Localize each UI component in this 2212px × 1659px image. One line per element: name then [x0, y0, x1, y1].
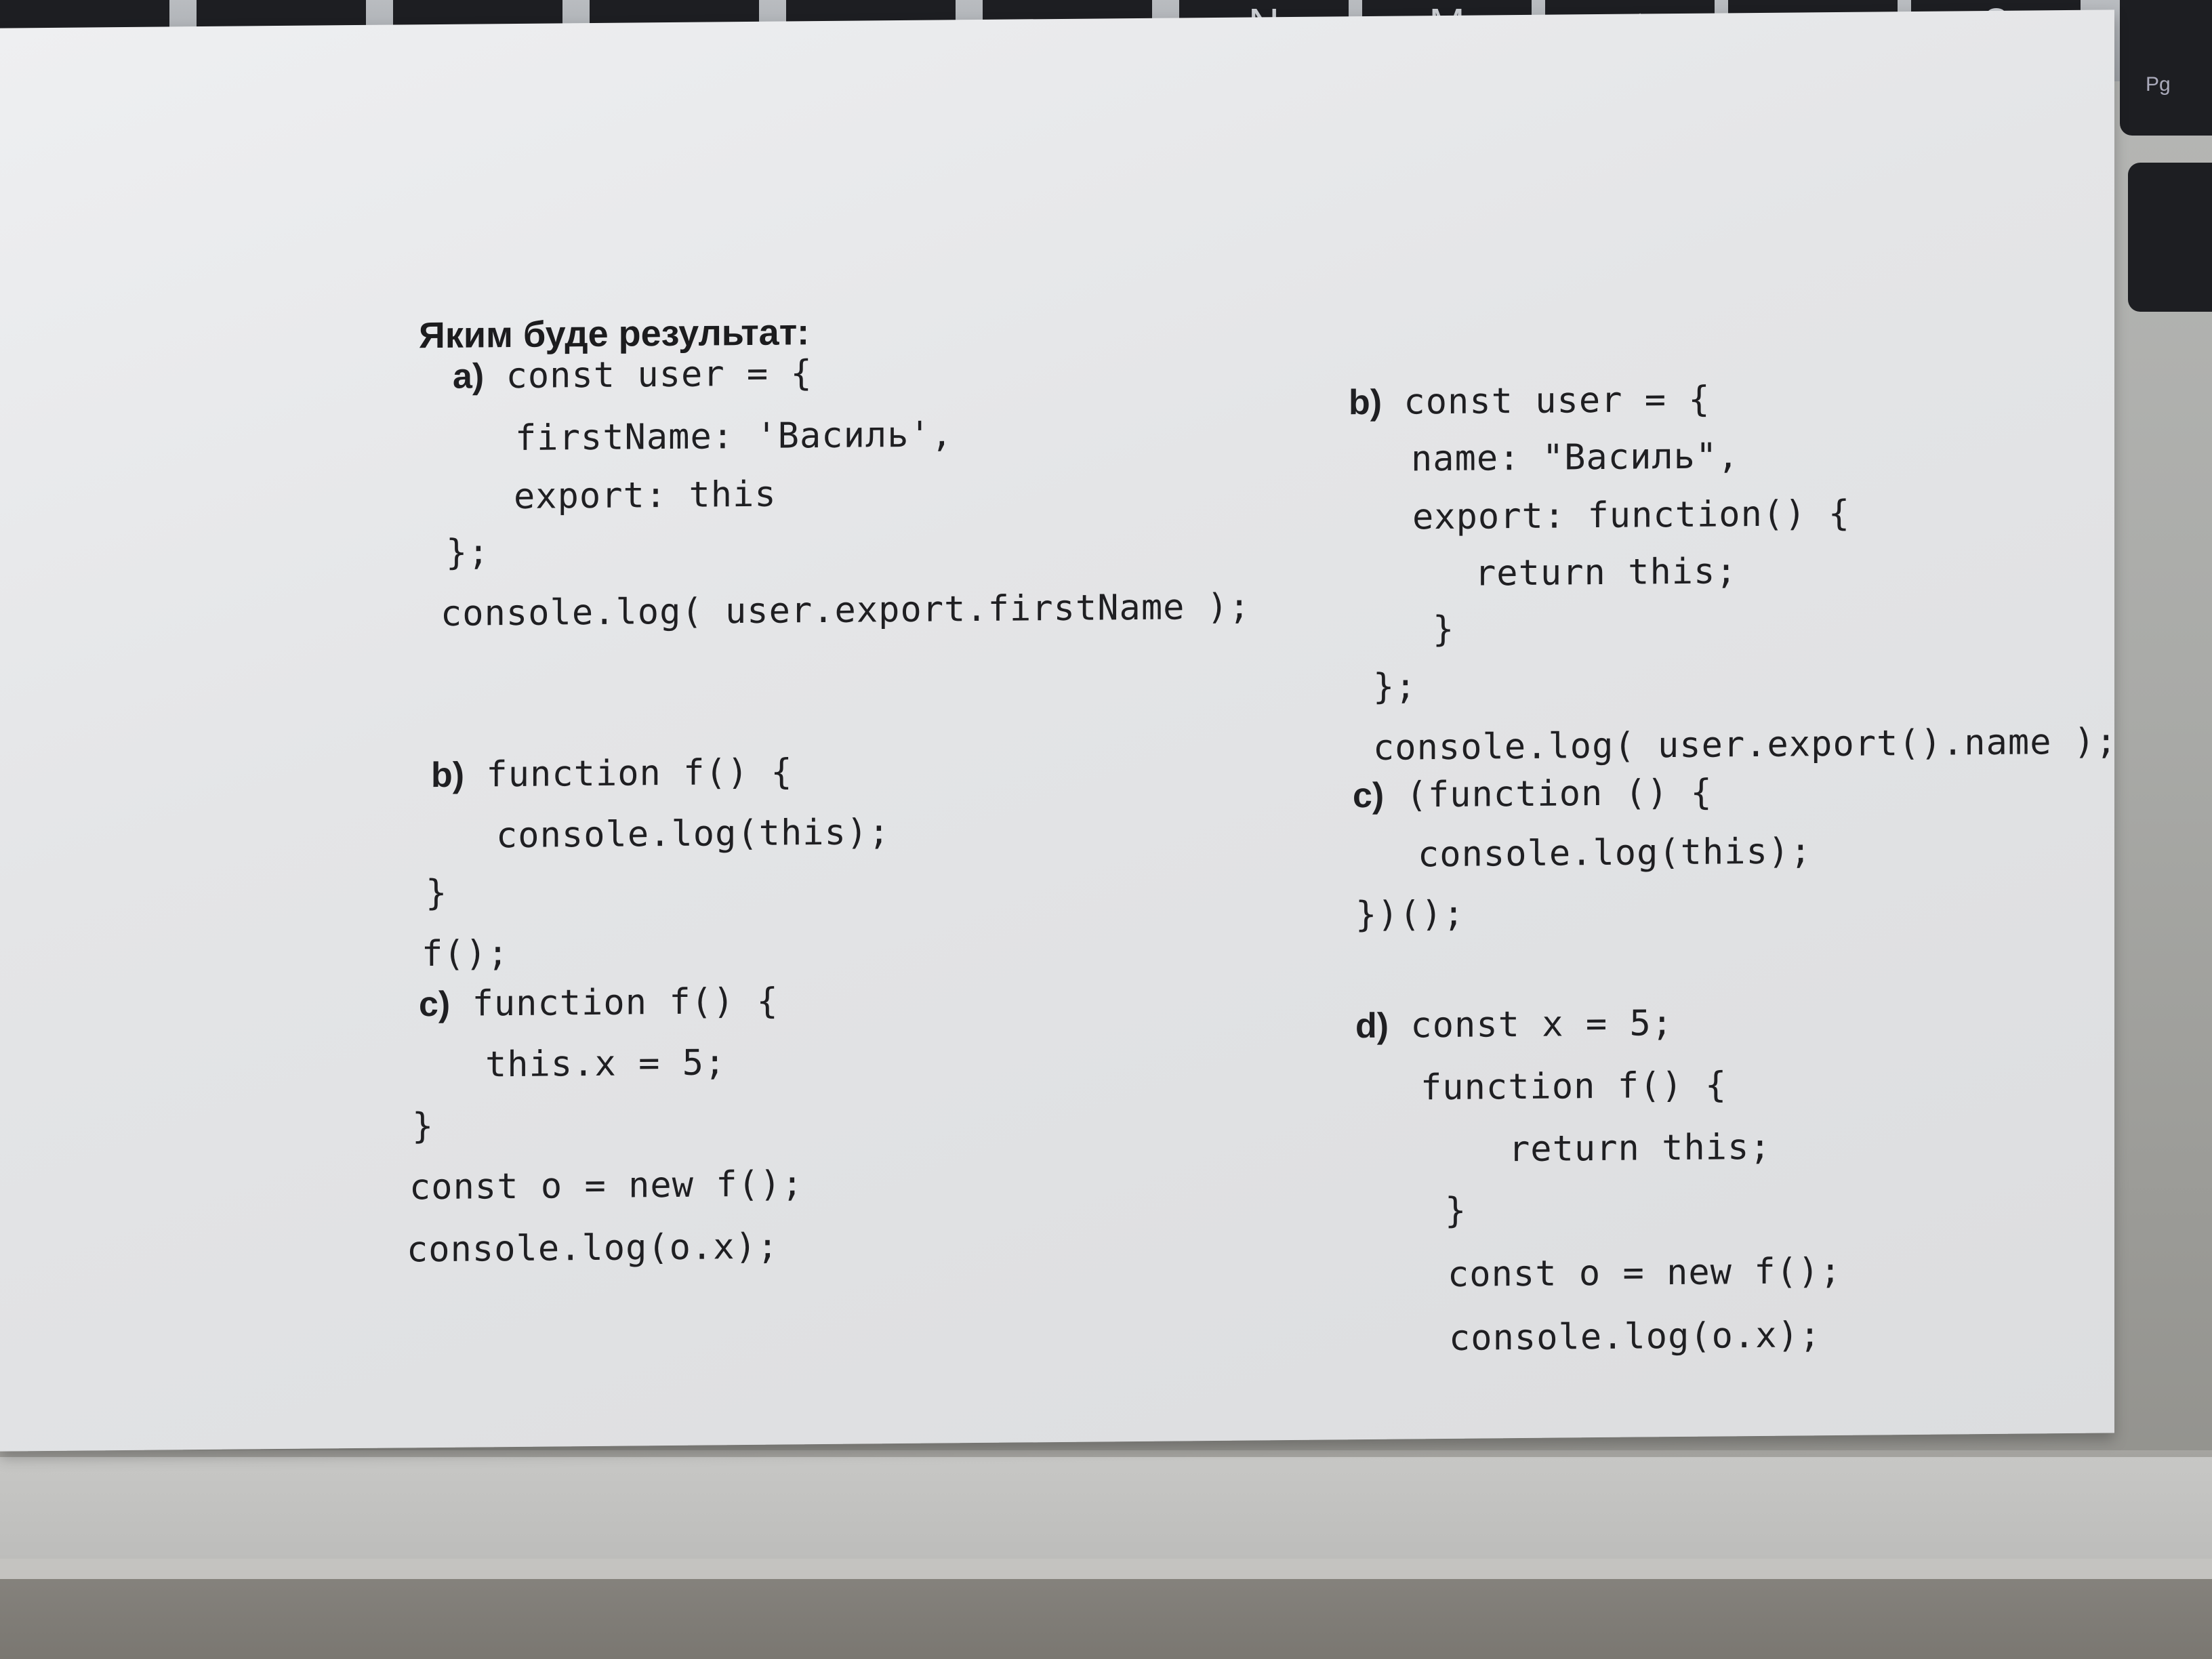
code-line: return this; — [1509, 1126, 1771, 1170]
exercise-label-c-right: c) — [1353, 775, 1385, 816]
keyboard-key — [2128, 163, 2212, 312]
keyboard-key-pgup: Pg — [2120, 0, 2212, 136]
code-line: const o = new f(); — [409, 1164, 804, 1208]
code-text: function f() { — [486, 752, 793, 796]
exercise-label-c: c) — [419, 984, 451, 1025]
code-line: console.log(o.x); — [1449, 1315, 1822, 1359]
code-line: }; — [446, 532, 490, 573]
paper-sheet: Яким буде результат: a) const user = { f… — [0, 9, 2118, 1452]
code-line: }; — [1373, 666, 1417, 708]
code-line: } — [426, 872, 448, 914]
code-text: function f() { — [472, 981, 779, 1025]
keyboard-key-pgup-label: Pg — [2146, 73, 2171, 96]
code-line: name: "Василь", — [1411, 436, 1740, 480]
code-line: a) const user = { — [453, 353, 813, 397]
code-line: d) const x = 5; — [1355, 1003, 1673, 1046]
code-text: const user = { — [506, 353, 813, 397]
code-text: const user = { — [1404, 379, 1711, 423]
code-line: c) function f() { — [419, 981, 779, 1025]
code-line: b) const user = { — [1349, 380, 1711, 424]
code-line: return this; — [1475, 551, 1738, 594]
code-line: console.log(o.x); — [407, 1226, 779, 1271]
code-line: function f() { — [1420, 1065, 1727, 1109]
code-line: console.log( user.export.firstName ); — [441, 586, 1251, 634]
code-line: console.log(this); — [1418, 831, 1812, 876]
code-line: } — [1445, 1190, 1467, 1232]
code-line: export: function() { — [1412, 493, 1851, 538]
page-title: Яким буде результат: — [419, 312, 810, 356]
code-line: c) (function () { — [1353, 773, 1713, 817]
code-line: console.log( user.export().name ); — [1373, 721, 2118, 769]
code-line: })(); — [1355, 893, 1465, 936]
code-line: this.x = 5; — [485, 1042, 726, 1086]
paper-stack-edge — [0, 1457, 2212, 1559]
code-line: firstName: 'Василь', — [515, 414, 954, 459]
code-text: const x = 5; — [1410, 1003, 1674, 1046]
code-line: } — [1433, 609, 1455, 651]
code-line: } — [412, 1106, 434, 1147]
exercise-label-b: b) — [431, 755, 465, 796]
code-line: const o = new f(); — [1448, 1250, 1842, 1295]
code-line: b) function f() { — [431, 752, 793, 796]
code-line: console.log(this); — [496, 812, 890, 857]
code-text: (function () { — [1406, 772, 1713, 816]
code-line: f(); — [422, 933, 510, 975]
exercise-label-b-right: b) — [1349, 382, 1382, 423]
exercise-label-d: d) — [1355, 1006, 1389, 1046]
code-line: export: this — [514, 474, 777, 517]
desk-edge — [0, 1559, 2212, 1579]
exercise-label-a: a) — [453, 356, 485, 396]
